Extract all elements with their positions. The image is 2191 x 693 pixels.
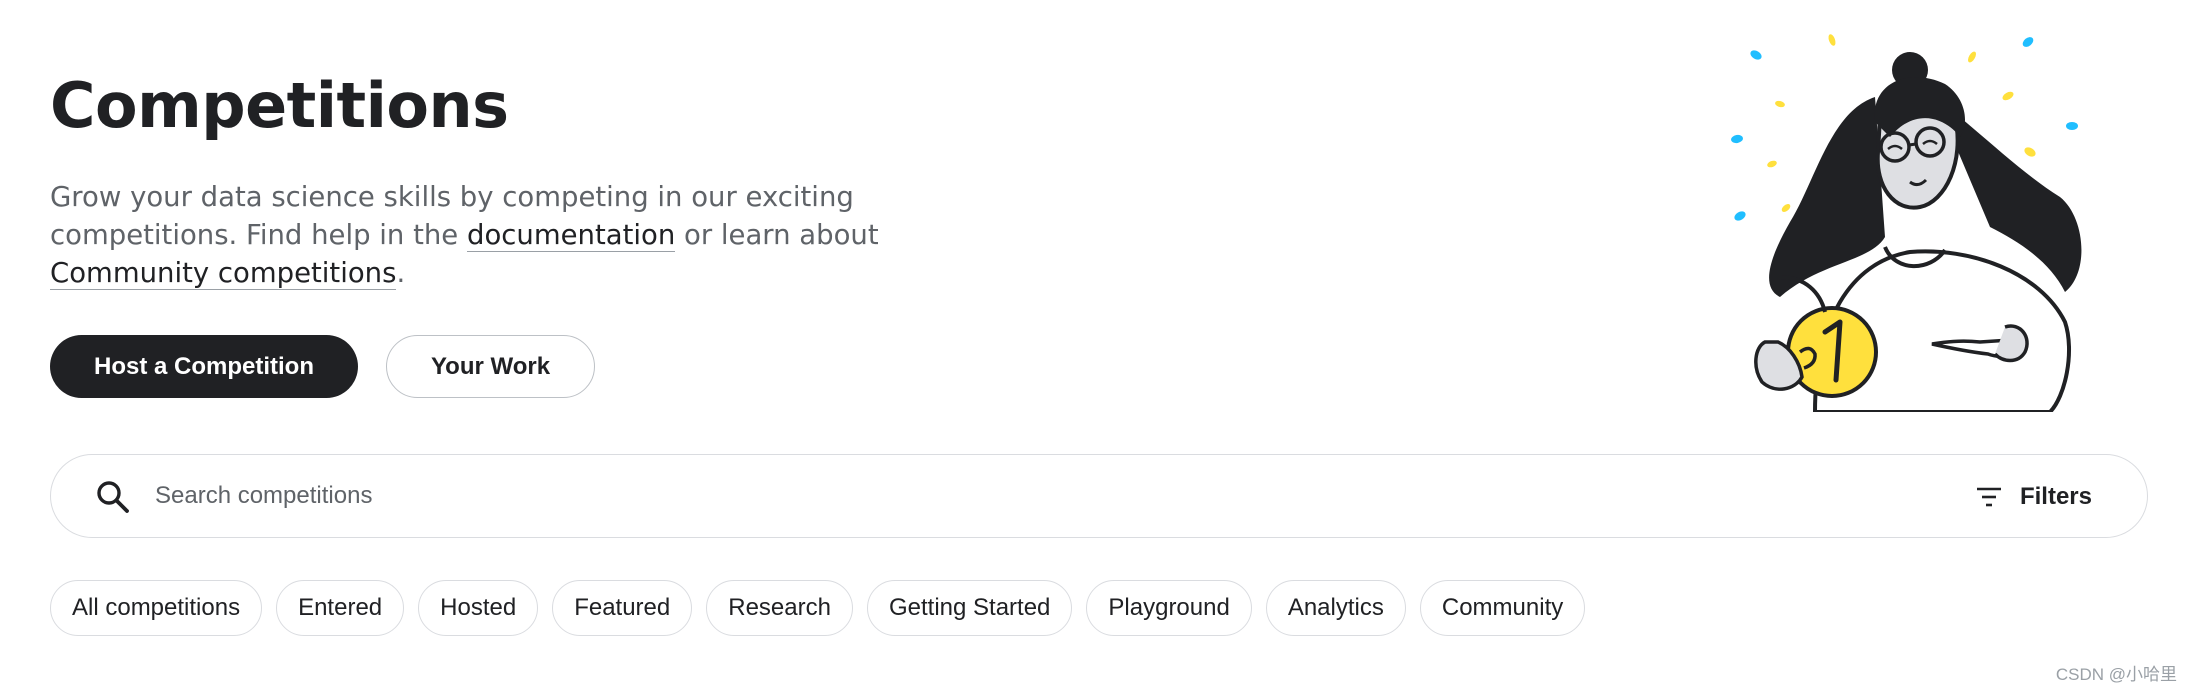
host-competition-button[interactable]: Host a Competition (50, 335, 358, 398)
documentation-link[interactable]: documentation (466, 219, 676, 252)
chip-featured[interactable]: Featured (552, 580, 693, 636)
search-bar: Filters (50, 454, 2148, 538)
watermark-text: CSDN @小哈里 (2055, 665, 2177, 684)
hero-section: Competitions (50, 69, 1050, 142)
chip-hosted[interactable]: Hosted (418, 580, 539, 636)
category-chips: All competitions Entered Hosted Featured… (50, 580, 1586, 636)
search-input[interactable] (155, 473, 1855, 519)
intro-text: Grow your data science skills by competi… (50, 178, 950, 292)
chip-community[interactable]: Community (1419, 580, 1586, 636)
page-title: Competitions (50, 69, 509, 142)
chip-entered[interactable]: Entered (276, 580, 405, 636)
chip-all-competitions[interactable]: All competitions (50, 580, 263, 636)
competition-illustration (1731, 34, 2082, 412)
chip-getting-started[interactable]: Getting Started (866, 580, 1073, 636)
filters-button[interactable]: Filters (1974, 475, 2092, 519)
filter-lines-icon (1976, 487, 2001, 507)
community-competitions-link[interactable]: Community competitions (50, 257, 397, 290)
search-icon (97, 481, 129, 513)
chip-playground[interactable]: Playground (1086, 580, 1252, 636)
your-work-button[interactable]: Your Work (386, 335, 595, 398)
chip-analytics[interactable]: Analytics (1265, 580, 1406, 636)
intro-text-part-3: . (396, 257, 406, 289)
intro-text-part-2: or learn about (675, 219, 879, 251)
gold-coin-icon (1786, 306, 1878, 398)
filters-label: Filters (2019, 483, 2092, 510)
chip-research[interactable]: Research (706, 580, 853, 636)
